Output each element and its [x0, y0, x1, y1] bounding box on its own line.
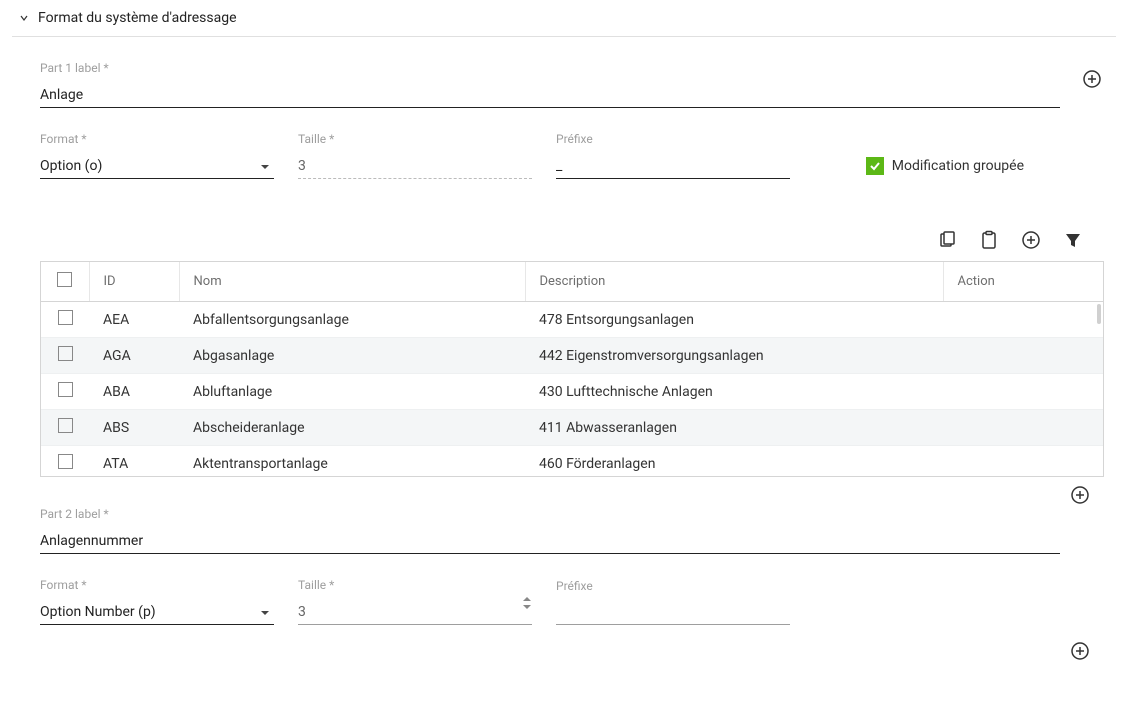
format-select[interactable]: Option (o) [40, 154, 274, 179]
part2-format-caption: Format * [40, 578, 274, 592]
part2-prefixe-caption: Préfixe [556, 579, 790, 593]
row-checkbox[interactable] [58, 418, 73, 433]
table-header-row: ID Nom Description Action [41, 262, 1103, 302]
part2-prefixe-input[interactable] [556, 601, 790, 625]
cell-description: 430 Lufttechnische Anlagen [525, 374, 943, 410]
cell-description: 460 Förderanlagen [525, 446, 943, 478]
row-checkbox[interactable] [58, 310, 73, 325]
cell-action [943, 302, 1103, 338]
cell-id: ABS [89, 410, 179, 446]
quantity-stepper[interactable] [522, 596, 532, 610]
scrollbar-thumb[interactable] [1097, 304, 1101, 324]
cell-nom: Aktentransportanlage [179, 446, 525, 478]
format-caption: Format * [40, 132, 274, 146]
table-row[interactable]: ABS Abscheideranlage 411 Abwasseranlagen [41, 410, 1103, 446]
cell-action [943, 410, 1103, 446]
part2-label-input[interactable]: Anlagennummer [40, 529, 1060, 554]
cell-nom: Abfallentsorgungsanlage [179, 302, 525, 338]
chevron-down-icon [18, 12, 30, 24]
add-part2-button[interactable] [1068, 483, 1092, 507]
dropdown-icon [260, 158, 270, 174]
cell-id: ABA [89, 374, 179, 410]
paste-button[interactable] [978, 229, 1000, 251]
cell-action [943, 446, 1103, 478]
group-modification-label: Modification groupée [892, 158, 1024, 174]
prefixe-input[interactable]: _ [556, 154, 790, 179]
part2-taille-input[interactable]: 3 [298, 600, 532, 625]
section-header[interactable]: Format du système d'adressage [12, 0, 1116, 37]
taille-input[interactable]: 3 [298, 154, 532, 179]
add-part-button[interactable] [1080, 67, 1104, 91]
header-id[interactable]: ID [89, 262, 179, 302]
cell-id: AEA [89, 302, 179, 338]
cell-id: ATA [89, 446, 179, 478]
row-checkbox[interactable] [58, 454, 73, 469]
cell-nom: Abgasanlage [179, 338, 525, 374]
copy-button[interactable] [936, 229, 958, 251]
cell-description: 442 Eigenstromversorgungsanlagen [525, 338, 943, 374]
options-table: ID Nom Description Action AEA Abfallents… [40, 261, 1104, 477]
group-modification-toggle[interactable]: Modification groupée [866, 157, 1104, 179]
prefixe-caption: Préfixe [556, 132, 790, 146]
table-toolbar [40, 229, 1104, 251]
cell-nom: Abscheideranlage [179, 410, 525, 446]
table-row[interactable]: ABA Abluftanlage 430 Lufttechnische Anla… [41, 374, 1103, 410]
cell-nom: Abluftanlage [179, 374, 525, 410]
filter-button[interactable] [1062, 229, 1084, 251]
row-checkbox[interactable] [58, 346, 73, 361]
table-row[interactable]: ATA Aktentransportanlage 460 Förderanlag… [41, 446, 1103, 478]
add-row-button[interactable] [1020, 229, 1042, 251]
taille-caption: Taille * [298, 132, 532, 146]
cell-description: 478 Entsorgungsanlagen [525, 302, 943, 338]
row-checkbox[interactable] [58, 382, 73, 397]
part1-label-input[interactable]: Anlage [40, 83, 1060, 108]
header-action[interactable]: Action [943, 262, 1103, 302]
table-row[interactable]: AEA Abfallentsorgungsanlage 478 Entsorgu… [41, 302, 1103, 338]
part2-format-select[interactable]: Option Number (p) [40, 600, 274, 625]
cell-action [943, 374, 1103, 410]
cell-description: 411 Abwasseranlagen [525, 410, 943, 446]
part2-taille-caption: Taille * [298, 578, 532, 592]
select-all-checkbox[interactable] [57, 272, 72, 287]
dropdown-icon [260, 604, 270, 620]
header-nom[interactable]: Nom [179, 262, 525, 302]
add-part3-button[interactable] [1068, 639, 1092, 663]
stepper-up-icon[interactable] [522, 596, 532, 602]
cell-id: AGA [89, 338, 179, 374]
checkbox-checked-icon [866, 157, 884, 175]
part1-label-caption: Part 1 label * [40, 61, 1060, 75]
stepper-down-icon[interactable] [522, 604, 532, 610]
header-description[interactable]: Description [525, 262, 943, 302]
table-row[interactable]: AGA Abgasanlage 442 Eigenstromversorgung… [41, 338, 1103, 374]
section-title: Format du système d'adressage [38, 10, 237, 26]
cell-action [943, 338, 1103, 374]
part2-label-caption: Part 2 label * [40, 507, 1060, 521]
